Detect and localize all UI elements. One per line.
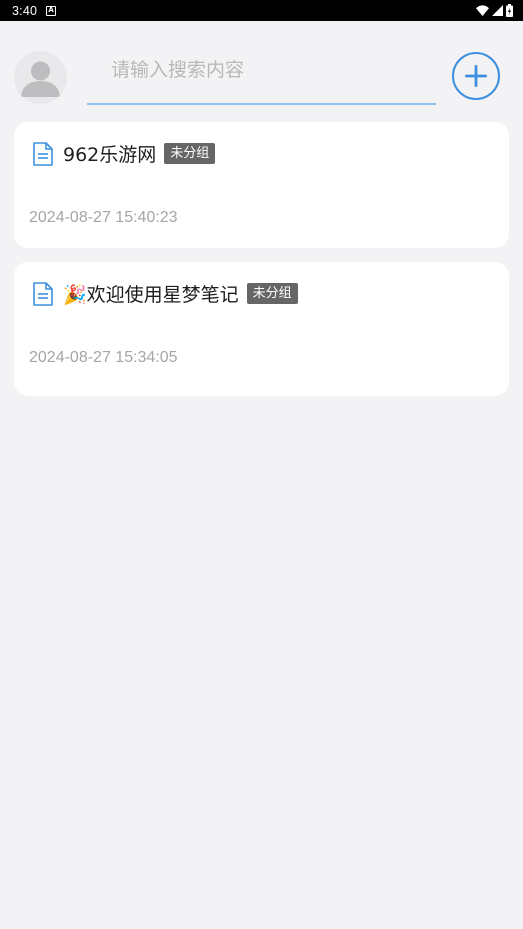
status-icons	[476, 4, 513, 17]
search-input[interactable]	[87, 47, 436, 103]
note-timestamp: 2024-08-27 15:40:23	[29, 209, 178, 226]
add-note-button[interactable]	[452, 52, 500, 100]
search-bar	[87, 47, 436, 105]
battery-icon	[506, 4, 513, 17]
note-card[interactable]: 🎉欢迎使用星梦笔记 未分组 2024-08-27 15:34:05	[14, 262, 509, 396]
header	[0, 21, 523, 116]
avatar[interactable]	[14, 51, 67, 104]
status-time: 3:40	[12, 3, 38, 18]
wifi-icon	[476, 5, 489, 16]
note-title-row: 962乐游网 未分组	[32, 140, 216, 167]
note-timestamp: 2024-08-27 15:34:05	[29, 349, 178, 366]
group-badge: 未分组	[246, 283, 298, 304]
signal-icon	[492, 5, 503, 16]
note-title-row: 🎉欢迎使用星梦笔记 未分组	[32, 280, 298, 307]
document-icon	[33, 141, 53, 166]
a-icon: A	[46, 5, 57, 16]
note-title: 🎉欢迎使用星梦笔记	[63, 284, 239, 306]
note-card[interactable]: 962乐游网 未分组 2024-08-27 15:40:23	[14, 122, 509, 248]
status-bar: 3:40 A	[0, 0, 523, 21]
group-badge: 未分组	[164, 143, 216, 164]
note-title: 962乐游网	[63, 144, 157, 166]
document-icon	[33, 281, 53, 306]
user-avatar-icon	[21, 61, 60, 97]
plus-circle-icon	[465, 65, 487, 87]
